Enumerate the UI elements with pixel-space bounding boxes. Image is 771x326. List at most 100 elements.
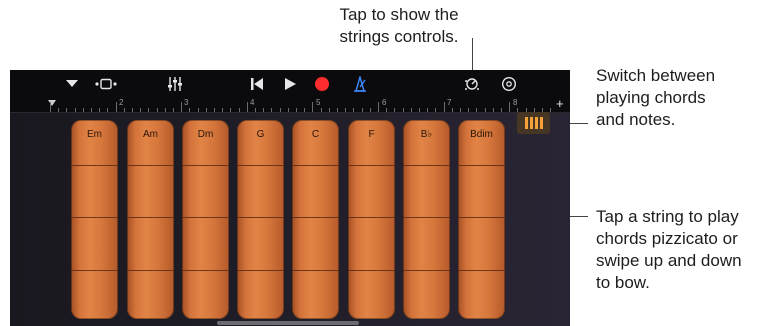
ruler-tick xyxy=(452,108,453,112)
ruler-tick xyxy=(107,108,108,112)
ruler-tick xyxy=(124,108,125,112)
ruler-tick xyxy=(312,102,313,112)
chord-label: F xyxy=(368,129,375,140)
chord-strip[interactable]: Dm xyxy=(182,120,229,319)
ruler-tick xyxy=(427,108,428,112)
record-button[interactable] xyxy=(311,74,333,94)
mixer-button[interactable] xyxy=(164,74,186,94)
ruler-tick xyxy=(99,108,100,112)
string-divider xyxy=(292,270,339,271)
string-divider xyxy=(127,217,174,218)
ruler-tick xyxy=(435,108,436,112)
ruler-tick xyxy=(403,108,404,112)
settings-button[interactable] xyxy=(498,74,520,94)
bar-number: 5 xyxy=(316,98,321,107)
string-divider xyxy=(71,165,118,166)
ruler-tick xyxy=(394,108,395,112)
callout-strings-controls: Tap to show the strings controls. xyxy=(318,4,480,48)
ruler-tick xyxy=(304,108,305,112)
ruler-tick xyxy=(214,108,215,112)
string-divider xyxy=(237,217,284,218)
chord-strip[interactable]: Em xyxy=(71,120,118,319)
chord-strip[interactable]: C xyxy=(292,120,339,319)
chord-label: B♭ xyxy=(420,129,433,140)
ruler-tick xyxy=(239,108,240,112)
callout-chords-notes: Switch between playing chords and notes. xyxy=(596,65,771,131)
ruler-tick xyxy=(148,108,149,112)
string-divider xyxy=(182,217,229,218)
mixer-icon xyxy=(168,77,182,91)
string-divider xyxy=(237,270,284,271)
string-divider xyxy=(237,165,284,166)
string-divider xyxy=(458,217,505,218)
strings-controls-knob-icon xyxy=(465,78,479,90)
strings-controls-button[interactable] xyxy=(461,74,483,94)
ruler-tick xyxy=(550,108,551,112)
chord-label: Dm xyxy=(197,129,214,140)
ruler-tick xyxy=(263,108,264,112)
ruler-tick xyxy=(353,108,354,112)
chord-label: G xyxy=(256,129,265,140)
ruler-tick xyxy=(485,108,486,112)
go-to-start-icon xyxy=(251,78,263,90)
ruler-tick xyxy=(280,108,281,112)
chord-strip[interactable]: G xyxy=(237,120,284,319)
record-icon xyxy=(315,77,329,91)
chord-strip[interactable]: Bdim xyxy=(458,120,505,319)
callout-leader-line xyxy=(472,38,473,74)
chords-notes-switch[interactable] xyxy=(517,112,550,134)
ruler-tick xyxy=(66,108,67,112)
string-divider xyxy=(403,270,450,271)
ruler-tick xyxy=(345,108,346,112)
timeline-ruler[interactable]: 2 3 4 5 6 7 8 + xyxy=(10,96,570,113)
ruler-tick xyxy=(173,108,174,112)
ruler-tick xyxy=(198,108,199,112)
ruler-tick xyxy=(288,108,289,112)
ruler-tick xyxy=(157,108,158,112)
metronome-icon xyxy=(354,76,366,92)
ruler-tick xyxy=(378,102,379,112)
ruler-tick xyxy=(444,102,445,112)
ruler-tick xyxy=(247,102,248,112)
tracks-view-button[interactable] xyxy=(92,74,120,94)
string-divider xyxy=(458,165,505,166)
callout-line: chords pizzicato or xyxy=(596,229,738,248)
ruler-tick xyxy=(386,108,387,112)
string-divider xyxy=(403,165,450,166)
string-divider xyxy=(348,165,395,166)
browser-menu-button[interactable] xyxy=(62,74,82,94)
control-bar xyxy=(10,70,570,98)
chord-strip[interactable]: Am xyxy=(127,120,174,319)
bar-number: 2 xyxy=(119,98,124,107)
add-section-button[interactable]: + xyxy=(556,96,564,111)
bar-number: 7 xyxy=(447,98,452,107)
ruler-tick xyxy=(206,108,207,112)
home-indicator xyxy=(217,321,359,325)
string-divider xyxy=(348,217,395,218)
ruler-tick xyxy=(83,108,84,112)
ruler-tick xyxy=(91,108,92,112)
chord-strip[interactable]: B♭ xyxy=(403,120,450,319)
callout-line: playing chords xyxy=(596,88,706,107)
string-divider xyxy=(182,165,229,166)
play-button[interactable] xyxy=(280,74,300,94)
ruler-tick xyxy=(509,102,510,112)
callout-line: Tap a string to play xyxy=(596,207,739,226)
ruler-tick xyxy=(419,108,420,112)
chord-label: Am xyxy=(143,129,158,140)
string-divider xyxy=(127,270,174,271)
ruler-tick xyxy=(362,108,363,112)
string-divider xyxy=(403,217,450,218)
callout-line: swipe up and down xyxy=(596,251,742,270)
ruler-tick xyxy=(370,108,371,112)
metronome-button[interactable] xyxy=(349,74,371,94)
string-divider xyxy=(292,217,339,218)
string-divider xyxy=(71,217,118,218)
chord-strip[interactable]: F xyxy=(348,120,395,319)
ruler-tick xyxy=(189,108,190,112)
string-divider xyxy=(458,270,505,271)
string-divider xyxy=(127,165,174,166)
go-to-start-button[interactable] xyxy=(247,74,267,94)
callout-line: Switch between xyxy=(596,66,716,85)
string-divider xyxy=(182,270,229,271)
